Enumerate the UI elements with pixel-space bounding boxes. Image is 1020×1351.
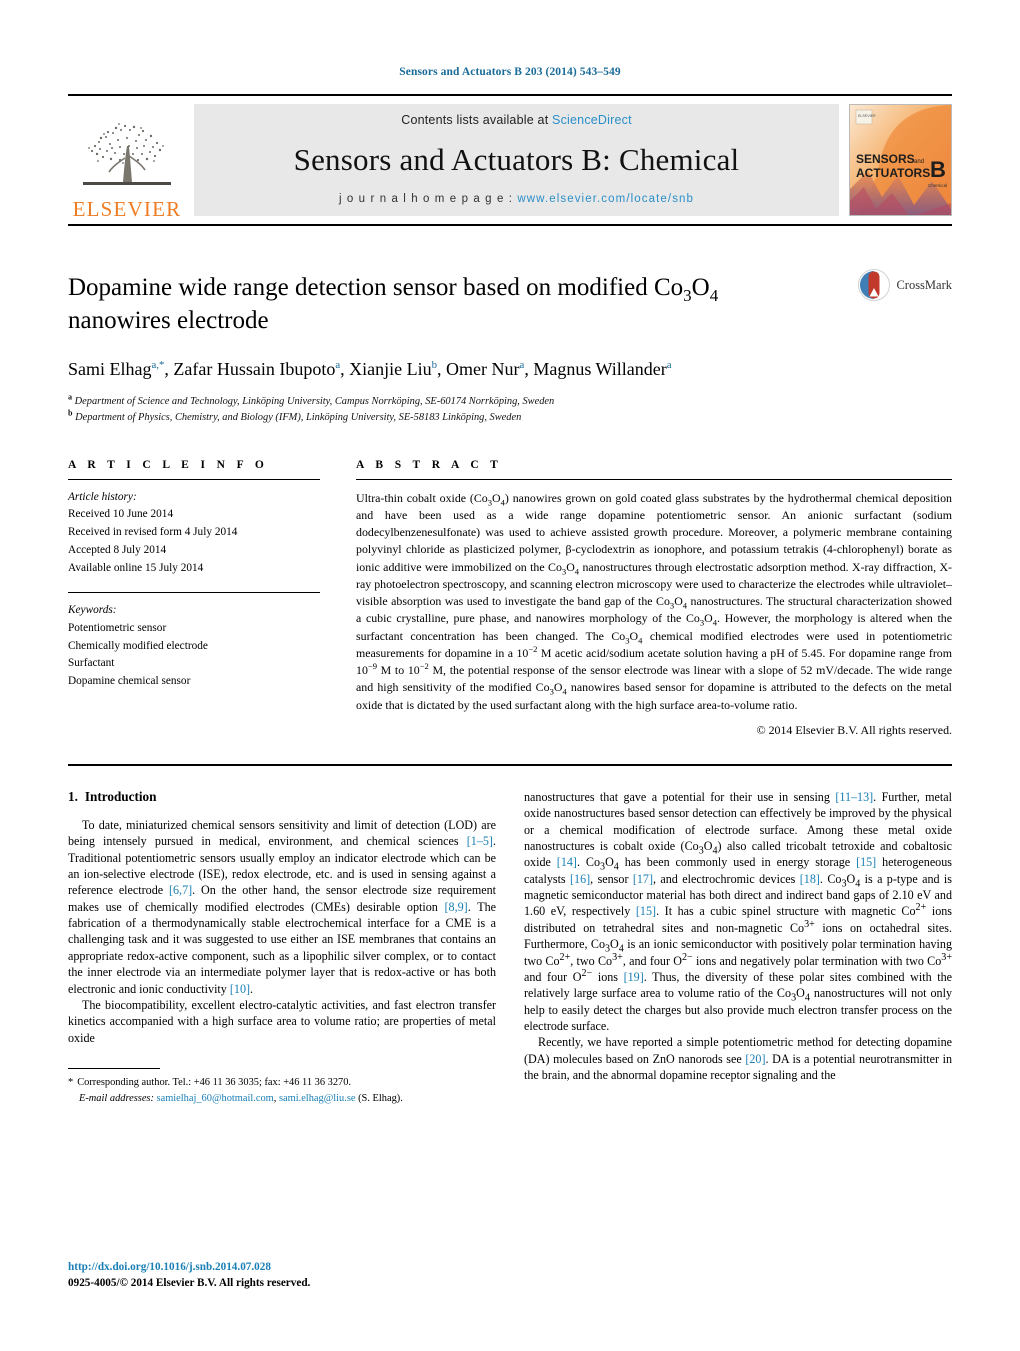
- contents-available-line: Contents lists available at ScienceDirec…: [401, 113, 632, 127]
- author-affil-marker: a: [666, 359, 672, 371]
- keyword-item: Surfactant: [68, 657, 115, 670]
- email-label: E-mail addresses:: [79, 1092, 154, 1104]
- article-info-label: A R T I C L E I N F O: [68, 458, 269, 471]
- article-history-header: Article history:: [68, 490, 137, 503]
- svg-text:and: and: [914, 159, 924, 165]
- cover-actuators-text: ACTUATORS: [856, 166, 930, 180]
- title-text-o: O: [691, 274, 710, 301]
- section-title: Introduction: [84, 788, 157, 804]
- cover-sensors-text: SENSORS: [856, 152, 915, 166]
- history-item: Available online 15 July 2014: [68, 561, 204, 574]
- corresponding-author-text: Corresponding author. Tel.: +46 11 36 30…: [77, 1077, 352, 1089]
- title-sub-3: 3: [683, 286, 692, 305]
- journal-cover-art: ELSEVIER SENSORS and ACTUATORS B Chemica…: [850, 105, 951, 215]
- intro-paragraph-3: nanostructures that gave a potential for…: [524, 789, 953, 1034]
- history-item: Received 10 June 2014: [68, 508, 174, 521]
- elsevier-tree-icon: [83, 123, 171, 185]
- affiliation-a-text: Department of Science and Technology, Li…: [74, 396, 555, 408]
- elsevier-wordmark: ELSEVIER: [72, 197, 182, 221]
- homepage-label: j o u r n a l h o m e p a g e :: [338, 193, 518, 205]
- email-line: E-mail addresses: samielhaj_60@hotmail.c…: [79, 1092, 403, 1104]
- email-link-1[interactable]: samielhaj_60@hotmail.com: [157, 1093, 274, 1104]
- history-item: Accepted 8 July 2014: [68, 544, 167, 557]
- journal-masthead: ELSEVIER Contents lists available at Sci…: [68, 94, 952, 226]
- running-head: Sensors and Actuators B 203 (2014) 543–5…: [399, 66, 621, 78]
- section-number: 1.: [68, 788, 78, 804]
- journal-cover-thumbnail: ELSEVIER SENSORS and ACTUATORS B Chemica…: [849, 104, 952, 216]
- intro-paragraph-1: To date, miniaturized chemical sensors s…: [68, 817, 496, 996]
- doi-footer: http://dx.doi.org/10.1016/j.snb.2014.07.…: [68, 1259, 310, 1291]
- author-affil-marker: b: [431, 359, 438, 371]
- doi-link[interactable]: http://dx.doi.org/10.1016/j.snb.2014.07.…: [68, 1259, 310, 1275]
- svg-text:ELSEVIER: ELSEVIER: [858, 114, 876, 118]
- article-info-column: A R T I C L E I N F O Article history: R…: [68, 459, 320, 738]
- journal-title: Sensors and Actuators B: Chemical: [293, 142, 740, 177]
- body-columns: 1. Introduction To date, miniaturized che…: [68, 789, 952, 1106]
- footnote-star: *: [68, 1077, 74, 1089]
- section-heading-introduction: 1. Introduction: [68, 789, 496, 805]
- intro-paragraph-2: The biocompatibility, excellent electro-…: [68, 997, 496, 1045]
- contents-prefix: Contents lists available at: [401, 113, 553, 127]
- body-column-right: nanostructures that gave a potential for…: [524, 789, 952, 1106]
- author-affil-marker: a: [519, 359, 525, 371]
- divider: [68, 478, 320, 480]
- abstract-text: Ultra-thin cobalt oxide (Co3O4) nanowire…: [356, 490, 953, 712]
- author-affil-marker: a: [335, 359, 341, 371]
- journal-homepage-line: j o u r n a l h o m e p a g e : www.else…: [339, 193, 694, 205]
- masthead-center: Contents lists available at ScienceDirec…: [194, 104, 839, 216]
- issn-copyright: 0925-4005/© 2014 Elsevier B.V. All right…: [68, 1276, 311, 1289]
- title-text-part2: nanowires electrode: [68, 306, 269, 334]
- keyword-item: Potentiometric sensor: [68, 621, 167, 634]
- affiliations: a Department of Science and Technology, …: [68, 392, 952, 426]
- title-block: CrossMark Dopamine wide range detection …: [68, 269, 952, 426]
- affiliation-b-text: Department of Physics, Chemistry, and Bi…: [75, 412, 522, 423]
- divider: [356, 478, 952, 480]
- affil-marker-a: a: [68, 392, 73, 402]
- title-sub-4: 4: [709, 286, 719, 305]
- affiliation-b: b Department of Physics, Chemistry, and …: [68, 408, 952, 426]
- paper-page: Sensors and Actuators B 203 (2014) 543–5…: [0, 0, 1020, 1351]
- sciencedirect-link[interactable]: ScienceDirect: [552, 113, 632, 127]
- elsevier-logo: ELSEVIER: [68, 96, 186, 224]
- homepage-url-link[interactable]: www.elsevier.com/locate/snb: [517, 193, 694, 205]
- author-affil-marker: a,*: [151, 359, 165, 371]
- abstract-label: A B S T R A C T: [356, 458, 503, 471]
- keywords-block: Keywords: Potentiometric sensor Chemical…: [68, 602, 320, 691]
- history-item: Received in revised form 4 July 2014: [68, 526, 238, 539]
- email-suffix: (S. Elhag).: [358, 1092, 403, 1104]
- keywords-header: Keywords:: [68, 603, 117, 616]
- intro-paragraph-4: Recently, we have reported a simple pote…: [524, 1035, 952, 1083]
- crossmark-label: CrossMark: [896, 277, 952, 292]
- page-title: Dopamine wide range detection sensor bas…: [68, 272, 768, 337]
- keyword-item: Chemically modified electrode: [68, 639, 208, 652]
- crossmark-icon: [858, 269, 891, 301]
- info-abstract-section: A R T I C L E I N F O Article history: R…: [68, 459, 952, 738]
- divider: [68, 763, 952, 766]
- footnote-divider: [68, 1068, 160, 1070]
- keyword-item: Dopamine chemical sensor: [68, 675, 191, 688]
- article-history-block: Article history: Received 10 June 2014 R…: [68, 489, 320, 578]
- title-text-part1: Dopamine wide range detection sensor bas…: [68, 274, 684, 301]
- email-link-2[interactable]: sami.elhag@liu.se: [279, 1093, 356, 1104]
- author-list: Sami Elhaga,*, Zafar Hussain Ibupotoa, X…: [68, 359, 672, 379]
- footnote-block: * Corresponding author. Tel.: +46 11 36 3…: [68, 1068, 496, 1106]
- abstract-column: A B S T R A C T Ultra-thin cobalt oxide …: [356, 459, 952, 738]
- divider: [68, 591, 320, 593]
- affiliation-a: a Department of Science and Technology, …: [68, 392, 952, 410]
- affil-marker-b: b: [68, 408, 73, 418]
- cover-letter-b: B: [930, 157, 946, 182]
- svg-text:Chemical: Chemical: [928, 183, 947, 188]
- corresponding-author-note: * Corresponding author. Tel.: +46 11 36 3…: [68, 1075, 496, 1106]
- crossmark-badge[interactable]: CrossMark: [857, 268, 952, 302]
- body-column-left: 1. Introduction To date, miniaturized che…: [68, 789, 496, 1106]
- abstract-copyright: © 2014 Elsevier B.V. All rights reserved…: [756, 722, 952, 737]
